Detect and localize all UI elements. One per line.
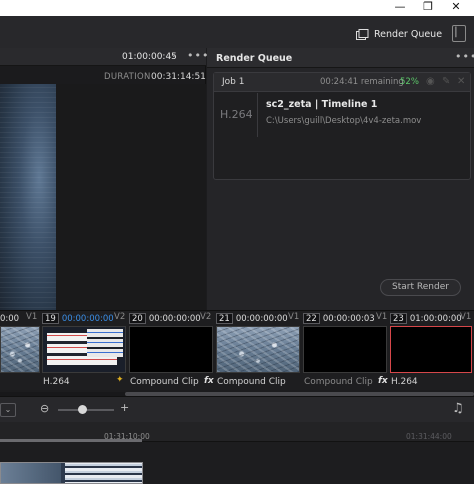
clip-track: V1 [288,312,300,322]
job-title: Job 1 [222,77,245,87]
ruler-timecode: 01:31:44:00 [406,432,452,441]
clip-number: 22 [303,313,320,324]
clip-item[interactable]: 23 01:00:00:00 V1 H.264 [390,311,474,391]
clip-track: V2 [200,312,212,322]
duration-value: 00:31:14:51 [151,72,206,82]
clip-label: Compound Clip [130,377,199,387]
job-codec: H.264 [220,108,253,121]
viewer-frame-letterbox [56,84,206,318]
clip-thumbnail[interactable] [216,326,300,373]
clip-number: 23 [390,313,407,324]
clip-item[interactable]: 20 00:00:00:00 V2 Compound Clip fx [129,311,215,391]
clip-label: Compound Clip [304,377,373,387]
viewer-header: 01:00:00:45 ⌄ ••• [0,48,208,66]
clip-item[interactable]: 22 00:00:00:03 V1 Compound Clip fx [303,311,389,391]
fx-icon: fx [378,376,388,386]
render-queue-title: Render Queue [216,53,293,64]
eye-icon[interactable]: ◉ [426,76,435,87]
clip-track: V1 [376,312,388,322]
clip-timecode: 00:00:00:00 [235,313,288,324]
edit-icon[interactable]: ✎ [442,76,450,87]
clip-thumbnail[interactable] [390,326,472,373]
clip-strip: 0:00 V1 19 00:00:00:00 V2 H.264 ✦ 20 00:… [0,310,474,390]
clip-track: V1 [460,312,472,322]
clip-thumbnail[interactable] [0,326,40,373]
panel-toggle-icon[interactable]: ▏ [452,25,466,42]
restore-icon[interactable]: ❐ [414,0,442,16]
render-queue-panel: Render Queue ••• Job 1 00:24:41 remainin… [207,48,474,310]
clip-label: H.264 [43,377,70,387]
timeline-clip[interactable] [0,462,143,484]
clip-number: 21 [216,313,233,324]
clip-item[interactable]: 19 00:00:00:00 V2 H.264 ✦ [42,311,128,391]
clip-timecode: 00:00:00:00 [148,313,201,324]
clip-number: 19 [42,313,59,324]
clip-track: V2 [114,312,126,322]
clip-thumbnail[interactable] [303,326,387,373]
render-queue-header: Render Queue ••• [207,48,474,68]
compound-icon: ✦ [116,375,124,385]
window-titlebar: — ❐ ✕ [0,0,474,16]
clip-number: 20 [129,313,146,324]
clip-label: H.264 [391,377,418,387]
clip-timecode: 01:00:00:00 [409,313,462,324]
zoom-slider-handle[interactable] [78,405,87,414]
fx-icon: fx [204,376,214,386]
top-toolbar: Render Queue ▏ [0,16,474,48]
divider [214,91,470,92]
start-render-button[interactable]: Start Render [380,279,461,296]
render-queue-button[interactable]: Render Queue [356,26,442,42]
clip-thumbnail[interactable] [42,326,126,373]
job-remaining: 00:24:41 remaining [320,77,404,87]
clip-item[interactable]: 0:00 V1 [0,311,41,391]
timeline-toolbar: ⌄ ⊖ + ♫ [0,396,474,422]
job-name: sc2_zeta | Timeline 1 [266,99,378,110]
clip-timecode: 0:00 [0,313,20,324]
viewer-panel: 01:00:00:45 ⌄ ••• DURATION 00:31:14:51 ▶… [0,48,208,349]
render-job[interactable]: Job 1 00:24:41 remaining 52% ◉ ✎ ✕ H.264… [213,72,471,180]
clip-item[interactable]: 21 00:00:00:00 V1 Compound Clip [216,311,302,391]
music-note-icon[interactable]: ♫ [452,401,464,416]
clip-thumbnail[interactable] [129,326,213,373]
clip-label: Compound Clip [217,377,286,387]
chevron-down-icon[interactable]: ⌄ [170,50,178,60]
viewer-timecode[interactable]: 01:00:00:45 [122,52,177,62]
render-queue-label: Render Queue [374,28,443,40]
clip-timecode: 00:00:00:00 [61,313,114,324]
timeline-ruler[interactable]: 01:31:10:00 01:31:44:00 [0,422,474,442]
clip-track: V1 [26,312,38,322]
render-range-bar [0,439,142,442]
close-icon[interactable]: ✕ [442,0,470,16]
divider [257,93,258,137]
timeline-panel: 01:31:10:00 01:31:44:00 [0,422,474,484]
job-progress: 52% [400,77,419,87]
more-options-icon[interactable]: ••• [455,50,474,63]
chevron-down-icon[interactable]: ⌄ [0,403,16,417]
job-path: C:\Users\guill\Desktop\4v4-zeta.mov [266,116,422,126]
viewer-frame [0,84,56,318]
minimize-icon[interactable]: — [386,0,414,16]
close-icon[interactable]: ✕ [457,76,465,87]
clip-timecode: 00:00:00:03 [322,313,375,324]
zoom-in-icon[interactable]: + [120,401,129,414]
duration-label: DURATION [104,72,151,82]
render-queue-icon [356,28,369,40]
render-job-header: Job 1 00:24:41 remaining 52% ◉ ✎ ✕ [214,73,470,91]
zoom-out-icon[interactable]: ⊖ [40,402,49,415]
